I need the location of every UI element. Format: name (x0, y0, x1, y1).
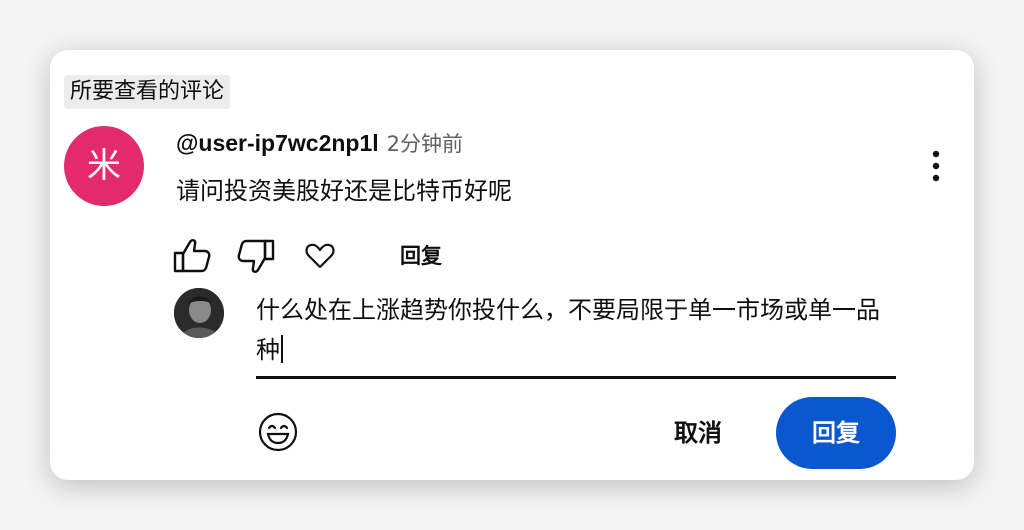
reply-input-text: 什么处在上涨趋势你投什么，不要局限于单一市场或单一品种 (256, 296, 880, 364)
thumbs-up-icon[interactable] (170, 234, 214, 278)
submit-reply-button[interactable]: 回复 (776, 397, 896, 469)
comment-reply-dialog: 所要查看的评论 米 @user-ip7wc2np1l 2分钟前 请问投资美股好还… (50, 50, 974, 480)
smiley-icon[interactable] (256, 410, 300, 454)
section-label: 所要查看的评论 (64, 75, 231, 109)
reply-input[interactable]: 什么处在上涨趋势你投什么，不要局限于单一市场或单一品种 (256, 290, 896, 370)
cancel-button[interactable]: 取消 (648, 397, 748, 469)
comment-text: 请问投资美股好还是比特币好呢 (176, 177, 512, 205)
more-vert-icon[interactable] (922, 146, 950, 186)
thumbs-down-icon[interactable] (234, 234, 278, 278)
heart-icon[interactable] (298, 234, 342, 278)
text-caret (281, 335, 283, 363)
reply-input-underline (256, 376, 896, 379)
commenter-avatar[interactable]: 米 (64, 126, 144, 206)
comment-author[interactable]: @user-ip7wc2np1l (176, 130, 379, 157)
my-avatar[interactable] (174, 288, 224, 338)
reply-link[interactable]: 回复 (400, 240, 442, 270)
comment-time[interactable]: 2分钟前 (387, 128, 463, 158)
avatar-letter: 米 (87, 146, 121, 186)
comment-header: @user-ip7wc2np1l 2分钟前 (176, 128, 463, 162)
